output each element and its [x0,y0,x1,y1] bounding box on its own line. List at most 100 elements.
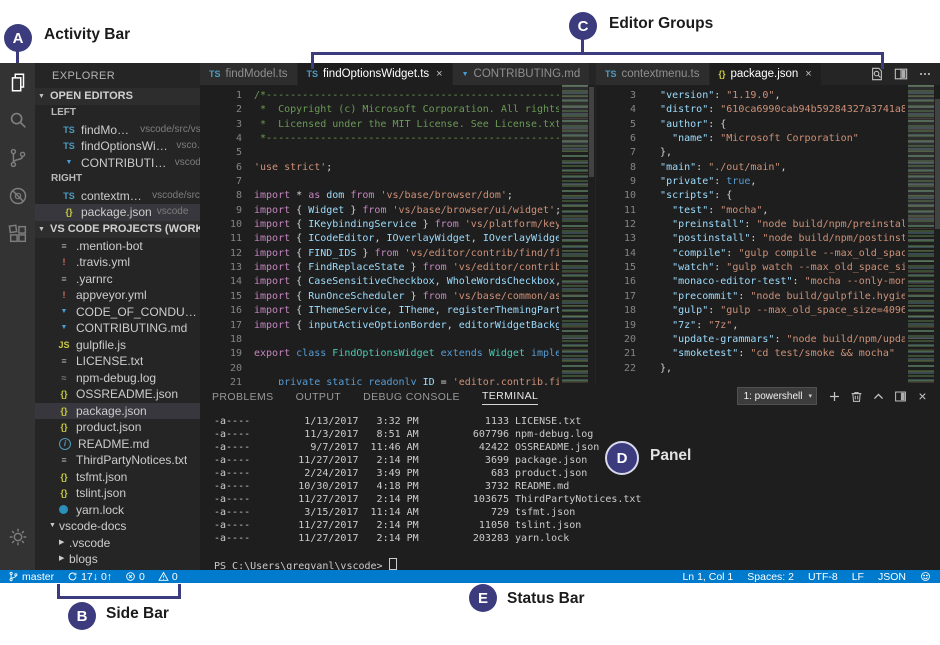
open-editor-item[interactable]: ▼CONTRIBUTING.mdvscode [35,155,200,172]
status-ln-1-col-1[interactable]: Ln 1, Col 1 [682,571,733,583]
tab-findOptionsWidget.ts[interactable]: TSfindOptionsWidget.ts× [298,63,453,85]
terminal[interactable]: -a---- 1/13/2017 3:32 PM 1133 LICENSE.tx… [214,415,930,570]
panel-tab-terminal[interactable]: TERMINAL [482,387,538,405]
status-label: UTF-8 [808,571,838,583]
tree-item[interactable]: ▼CODE_OF_CONDUCT.md [35,304,200,321]
tree-item[interactable]: ▼vscode-docs [35,518,200,535]
status-utf-8[interactable]: UTF-8 [808,571,838,583]
token: } [405,291,423,302]
close-icon[interactable]: × [805,68,811,80]
tab-findModel.ts[interactable]: TSfindModel.ts [200,63,298,85]
status-spaces-2[interactable]: Spaces: 2 [747,571,794,583]
tab-CONTRIBUTING.md[interactable]: ▼CONTRIBUTING.md [453,63,591,85]
tab-package.json[interactable]: {}package.json× [710,63,822,85]
file-icon-list: ≡ [57,271,71,288]
open-editor-item[interactable]: TScontextmenu.tsvscode/src/... [35,188,200,205]
close-icon[interactable]: × [436,68,442,80]
split-panel-icon[interactable] [891,386,910,406]
tab-actions [867,63,940,85]
tree-item[interactable]: {}product.json [35,419,200,436]
activity-explorer-icon[interactable] [0,63,35,101]
tree-item[interactable]: {}tslint.json [35,485,200,502]
open-editor-item[interactable]: {}package.jsonvscode [35,204,200,221]
status-17-0-[interactable]: 17↓ 0↑ [67,571,112,583]
token [648,262,672,273]
more-icon[interactable] [915,63,935,85]
line-number: 17 [200,319,254,333]
status-json[interactable]: JSON [878,571,906,583]
scrollbar-right[interactable] [934,85,940,385]
tree-item[interactable]: {}tsfmt.json [35,469,200,486]
open-editor-item[interactable]: TSfindModel.tsvscode/src/vs/... [35,122,200,139]
token: Widget [489,348,531,359]
status-smiley[interactable] [920,571,931,582]
chevron-up-icon[interactable] [869,386,888,406]
status-lf[interactable]: LF [852,571,864,583]
tree-item[interactable]: yarn.lock [35,502,200,519]
panel-tab-output[interactable]: OUTPUT [296,388,342,405]
annotation-circle-e: E [469,584,497,612]
section-workspace[interactable]: ▼VS CODE PROJECTS (WORKSPACE) [35,221,200,238]
tree-item[interactable]: ▶.vscode [35,535,200,552]
section-open-editors[interactable]: ▼OPEN EDITORS [35,88,200,105]
tree-item[interactable]: {}package.json [35,403,200,420]
tree-item[interactable]: ≡.yarnrc [35,271,200,288]
tree-item[interactable]: ≈npm-debug.log [35,370,200,387]
plus-icon[interactable] [825,386,844,406]
file-name: gulpfile.js [76,337,126,354]
tree-item[interactable]: iREADME.md [35,436,200,453]
minimap-right[interactable] [908,85,934,385]
code-line: 19export class FindOptionsWidget extends… [200,347,559,361]
warning-icon [158,571,169,582]
activity-debug-icon[interactable] [0,177,35,215]
tree-item[interactable]: ≡ThirdPartyNotices.txt [35,452,200,469]
status-label: Ln 1, Col 1 [682,571,733,583]
activity-source-control-icon[interactable] [0,139,35,177]
token: ; [555,205,559,216]
close-icon[interactable]: × [913,386,932,406]
tree-item[interactable]: !.travis.yml [35,254,200,271]
annotation-bracket [311,52,314,69]
token [648,219,672,230]
terminal-selector[interactable]: 1: powershell▾ [737,387,817,405]
line-number: 8 [596,161,648,175]
editor-left[interactable]: 1/*-------------------------------------… [200,85,595,385]
token: , [374,233,386,244]
line-number: 22 [596,362,648,376]
status-master[interactable]: master [8,571,54,583]
line-number: 16 [200,304,254,318]
file-icon-js: JS [57,337,71,354]
tree-item[interactable]: ≡.mention-bot [35,238,200,255]
token: true [726,176,750,187]
open-editor-item[interactable]: TSfindOptionsWidget.tsvsco... [35,138,200,155]
panel-tab-problems[interactable]: PROBLEMS [212,388,274,405]
search-doc-icon[interactable] [867,63,887,85]
scrollbar-left[interactable] [588,85,595,385]
trash-icon[interactable] [847,386,866,406]
split-editor-icon[interactable] [891,63,911,85]
tree-item[interactable]: ≡LICENSE.txt [35,353,200,370]
tab-bar-right: TScontextmenu.ts{}package.json× [596,63,940,85]
tree-item[interactable]: !appveyor.yml [35,287,200,304]
activity-settings-icon[interactable] [0,518,35,556]
tree-item[interactable]: {}OSSREADME.json [35,386,200,403]
status-0[interactable]: 0 [125,571,145,583]
code-right: 3 "version": "1.19.0",4 "distro": "610ca… [596,89,905,385]
code-line: 13import { FindReplaceState } from 'vs/e… [200,261,559,275]
tree-item[interactable]: ▶blogs [35,551,200,568]
minimap-left[interactable] [562,85,588,385]
panel-tab-debug-console[interactable]: DEBUG CONSOLE [363,388,460,405]
activity-search-icon[interactable] [0,101,35,139]
code-line: 16import { IThemeService, ITheme, regist… [200,304,559,318]
status-0[interactable]: 0 [158,571,178,583]
token: : [774,334,786,345]
tree-item[interactable]: JS gulpfile.js [35,337,200,354]
tree-item[interactable]: ▼CONTRIBUTING.md [35,320,200,337]
activity-extensions-icon[interactable] [0,215,35,253]
token: 'use strict' [254,162,326,173]
editor-right[interactable]: 3 "version": "1.19.0",4 "distro": "610ca… [596,85,940,385]
token: IKeybindingService [308,219,416,230]
tab-contextmenu.ts[interactable]: TScontextmenu.ts [596,63,710,85]
token [648,320,672,331]
tab-bar-left: TSfindModel.tsTSfindOptionsWidget.ts×▼CO… [200,63,595,85]
